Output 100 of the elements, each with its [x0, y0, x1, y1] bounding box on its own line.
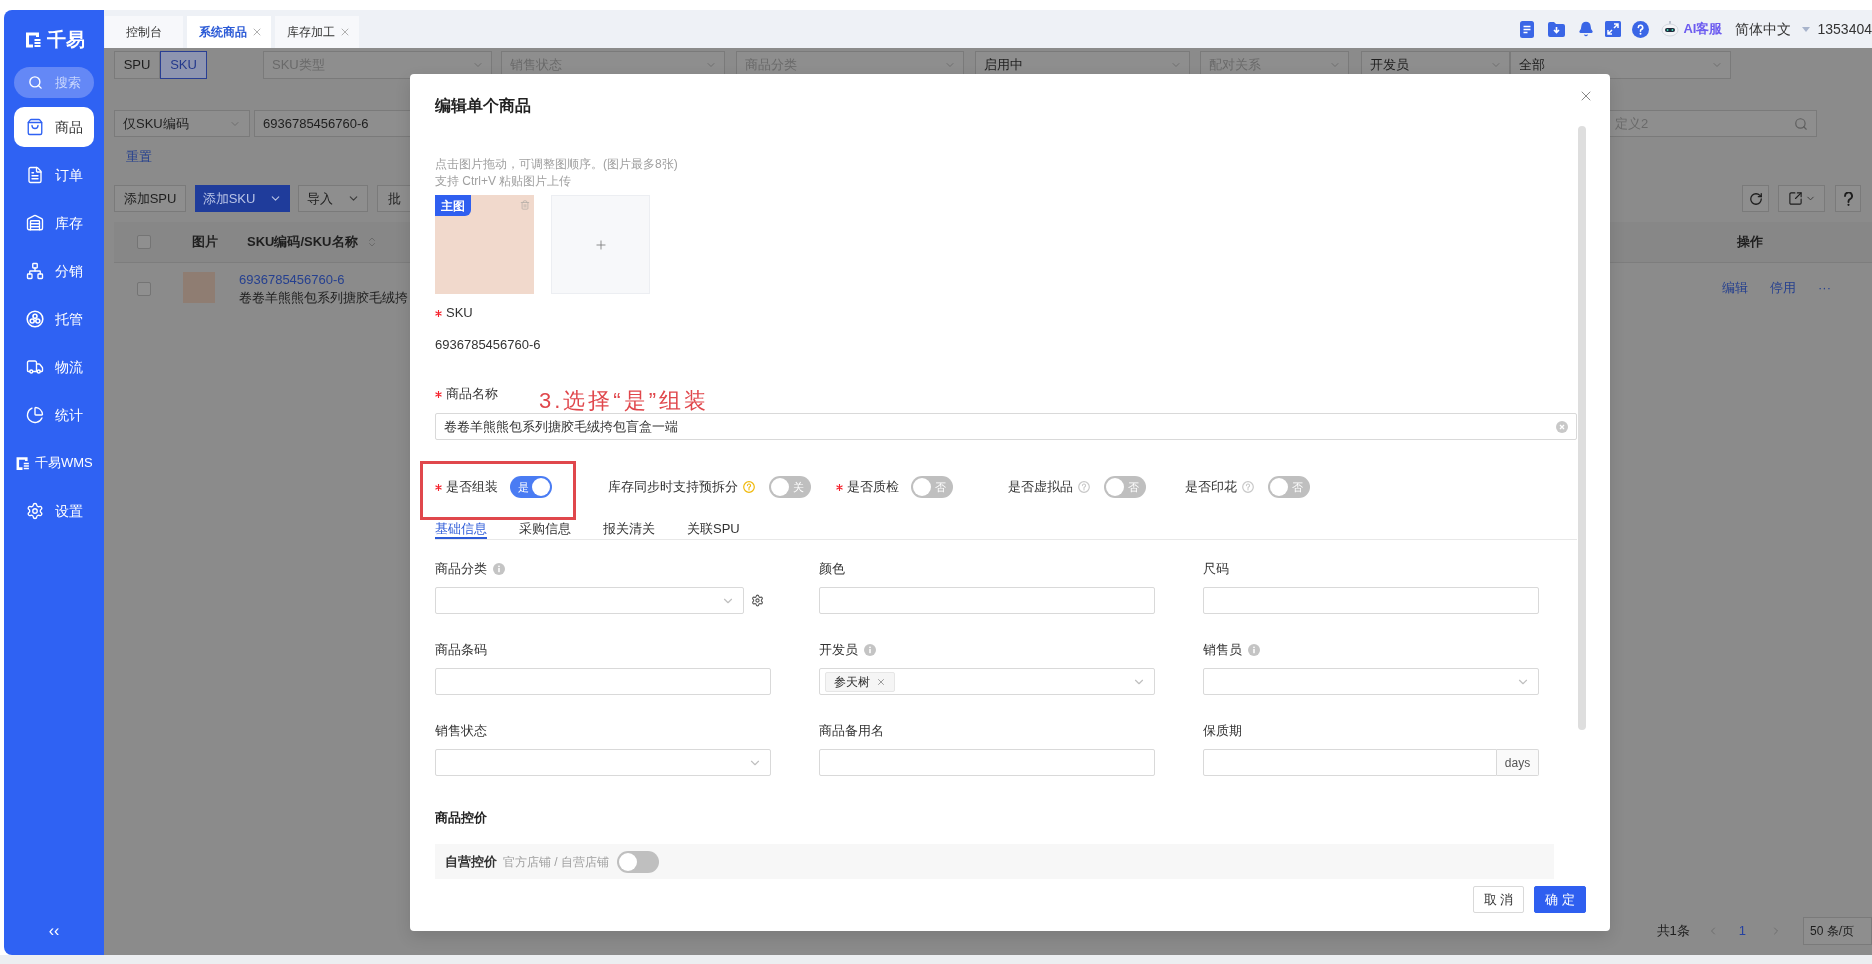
page-tab[interactable]: 库存加工: [275, 16, 359, 48]
cancel-button[interactable]: 取 消: [1472, 886, 1525, 913]
toolbar-button[interactable]: 添加SPU: [114, 185, 186, 212]
form-tab[interactable]: 报关清关: [603, 520, 655, 539]
column-header: 操作: [1737, 233, 1763, 252]
switch-knob: [532, 478, 550, 496]
add-image-button[interactable]: [551, 195, 650, 294]
reset-link[interactable]: 重置: [126, 148, 152, 166]
sku-link[interactable]: 6936785456760-6: [239, 271, 408, 288]
clear-icon[interactable]: [1556, 420, 1568, 433]
account-id[interactable]: 1353404: [1817, 18, 1872, 40]
dialog-title: 编辑单个商品: [435, 96, 531, 116]
warehouse-icon: [26, 214, 44, 232]
bell-icon[interactable]: [1578, 21, 1595, 37]
refresh-icon: [1748, 191, 1763, 206]
language-selector[interactable]: 简体中文: [1735, 18, 1792, 40]
sidebar-item[interactable]: 商品: [14, 107, 94, 147]
sidebar-item[interactable]: 千易WMS: [14, 443, 94, 483]
switch-label: 是否虚拟品: [1008, 478, 1073, 496]
page-number[interactable]: 1: [1738, 921, 1746, 941]
field-label: 颜色: [819, 560, 845, 578]
caret-icon[interactable]: [1802, 26, 1811, 32]
checkbox[interactable]: [137, 235, 151, 249]
sidebar-item[interactable]: 统计: [14, 395, 94, 435]
input-field[interactable]: [1203, 749, 1497, 776]
select-field[interactable]: 参天树: [819, 668, 1155, 695]
page-tab[interactable]: 控制台: [105, 16, 183, 48]
switch-knob: [913, 478, 931, 496]
truck-icon: [26, 358, 44, 376]
document-icon: [26, 166, 44, 184]
switch-label: 是否质检: [847, 478, 899, 496]
sidebar-item[interactable]: 设置: [14, 491, 94, 531]
sidebar-item[interactable]: 库存: [14, 203, 94, 243]
form-tab[interactable]: 基础信息: [435, 520, 487, 539]
search-icon: [1794, 116, 1808, 131]
plus-icon: [593, 237, 608, 252]
form-tab[interactable]: 采购信息: [519, 520, 571, 539]
sidebar-item[interactable]: 托管: [14, 299, 94, 339]
clipboard-icon[interactable]: [1520, 20, 1535, 38]
view-toggle-button[interactable]: SPU: [114, 51, 160, 79]
price-control-hint: 官方店铺 / 自营店铺: [503, 853, 609, 871]
export-button[interactable]: [1778, 185, 1825, 212]
pie-chart-icon: [26, 406, 44, 424]
select-field[interactable]: [435, 587, 744, 614]
toggle-switch[interactable]: 是: [510, 476, 552, 498]
price-control-label: 自营控价: [445, 852, 497, 871]
field-label: 销售员: [1203, 641, 1242, 659]
close-icon[interactable]: [251, 26, 263, 38]
field-label: 商品条码: [435, 641, 487, 659]
tag-label: 参天树: [834, 673, 870, 691]
field-label: 商品分类: [435, 560, 487, 578]
collapse-toggle[interactable]: ‹‹: [48, 922, 60, 940]
input-field[interactable]: [819, 587, 1155, 614]
input-field[interactable]: [435, 668, 771, 695]
robot-icon[interactable]: [1661, 20, 1680, 38]
sidebar-item[interactable]: 物流: [14, 347, 94, 387]
toolbar-button[interactable]: 导入: [298, 185, 368, 212]
checkbox[interactable]: [137, 282, 151, 296]
logo-icon: [14, 454, 31, 472]
close-icon[interactable]: [339, 26, 351, 38]
sidebar-item[interactable]: 订单: [14, 155, 94, 195]
input-field[interactable]: [1203, 587, 1539, 614]
select-field[interactable]: [1203, 668, 1539, 695]
toggle-switch[interactable]: [617, 850, 659, 873]
select-field[interactable]: 仅SKU编码: [114, 110, 250, 137]
row-action-link[interactable]: 停用: [1770, 279, 1796, 296]
name-input[interactable]: 卷卷羊熊熊包系列搪胶毛绒挎包盲盒一端: [435, 413, 1577, 440]
settings-icon[interactable]: [751, 594, 764, 607]
expand-icon[interactable]: [1605, 21, 1622, 37]
help-button[interactable]: [1835, 185, 1861, 212]
input-field[interactable]: [819, 749, 1155, 776]
annotation-text: 3.选择“是”组装: [539, 389, 709, 413]
photo-placeholder: [183, 272, 215, 303]
field-label: 销售状态: [435, 722, 487, 740]
select-field[interactable]: 全部: [1510, 51, 1731, 79]
field-label: 开发员: [819, 641, 858, 659]
form-tab[interactable]: 关联SPU: [687, 520, 740, 539]
input-addon: days: [1497, 749, 1539, 776]
product-name: 卷卷羊熊熊包系列搪胶毛绒挎: [239, 289, 408, 306]
switch-knob: [771, 478, 789, 496]
confirm-button[interactable]: 确 定: [1534, 886, 1586, 913]
sidebar-item[interactable]: 分销: [14, 251, 94, 291]
download-folder-icon[interactable]: [1548, 21, 1566, 37]
page-tab[interactable]: 系统商品: [187, 16, 271, 48]
refresh-button[interactable]: [1742, 185, 1769, 212]
trash-icon[interactable]: [520, 200, 530, 210]
row-action-link[interactable]: ···: [1818, 279, 1831, 296]
scrollbar-thumb[interactable]: [1578, 126, 1586, 730]
view-toggle-button[interactable]: SKU: [160, 51, 207, 79]
assistant-link[interactable]: AI客服: [1683, 19, 1723, 39]
row-action-link[interactable]: 编辑: [1722, 279, 1748, 296]
toolbar-button[interactable]: 添加SKU: [195, 185, 290, 212]
switch-label: 库存同步时支持预拆分: [608, 478, 738, 496]
logo-icon: [23, 30, 43, 50]
select-field[interactable]: [435, 749, 771, 776]
remove-icon[interactable]: [876, 676, 886, 687]
column-header[interactable]: SKU编码/SKU名称: [247, 232, 358, 252]
help-icon[interactable]: [1632, 20, 1650, 38]
settings-icon: [26, 502, 44, 520]
page-size-select[interactable]: 50 条/页: [1803, 917, 1872, 945]
